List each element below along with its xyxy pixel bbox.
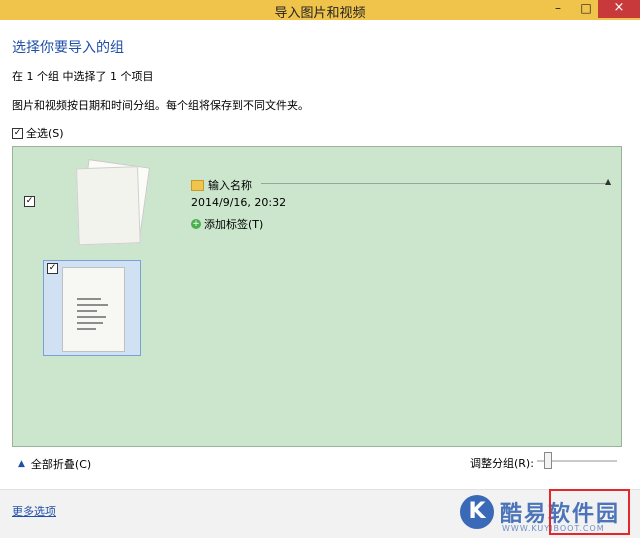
tag-icon: +: [191, 219, 201, 229]
photo-group[interactable]: ✓ ✓ 输入名称 ▲ 2014/9/16, 20:32 + 添加标签(T): [12, 146, 622, 447]
collapse-group-icon[interactable]: ▲: [605, 177, 611, 186]
photo-item[interactable]: ✓: [43, 260, 141, 356]
folder-icon: [191, 179, 204, 191]
select-all-label: 全选(S): [26, 127, 64, 140]
group-datetime: 2014/9/16, 20:32: [191, 196, 287, 209]
close-button[interactable]: ×: [598, 0, 640, 18]
selection-summary: 在 1 个组 中选择了 1 个项目: [12, 70, 154, 83]
select-all[interactable]: ✓ 全选(S): [12, 125, 64, 141]
grouping-slider-thumb[interactable]: [544, 452, 552, 469]
title-bar[interactable]: 导入图片和视频 – □ ×: [0, 0, 640, 21]
group-checkbox[interactable]: ✓: [24, 196, 35, 207]
group-thumbnail-stack: [77, 159, 151, 244]
watermark-logo-icon: K: [460, 495, 494, 529]
photo-checkbox[interactable]: ✓: [47, 263, 58, 274]
collapse-up-icon: ▲: [18, 459, 25, 469]
folder-name-field[interactable]: 输入名称: [191, 177, 252, 193]
highlight-annotation: [549, 489, 630, 535]
document-text-lines: [77, 298, 111, 334]
grouping-info: 图片和视频按日期和时间分组。每个组将保存到不同文件夹。: [12, 99, 309, 112]
add-tag-button[interactable]: + 添加标签(T): [191, 216, 263, 232]
window-title: 导入图片和视频: [274, 6, 366, 21]
folder-name[interactable]: 输入名称: [208, 179, 252, 192]
minimize-button[interactable]: –: [545, 0, 571, 18]
select-all-checkbox[interactable]: ✓: [12, 127, 23, 139]
maximize-button[interactable]: □: [573, 0, 599, 18]
group-divider: [261, 183, 606, 184]
collapse-all-label: 全部折叠(C): [30, 458, 92, 471]
more-options-link[interactable]: 更多选项: [12, 503, 56, 519]
adjust-grouping-label: 调整分组(R):: [470, 457, 534, 470]
collapse-all-button[interactable]: ▲ 全部折叠(C): [18, 456, 91, 472]
add-tag-label: 添加标签(T): [204, 218, 264, 231]
photo-thumbnail: [62, 267, 125, 352]
page-heading: 选择你要导入的组: [12, 40, 124, 56]
